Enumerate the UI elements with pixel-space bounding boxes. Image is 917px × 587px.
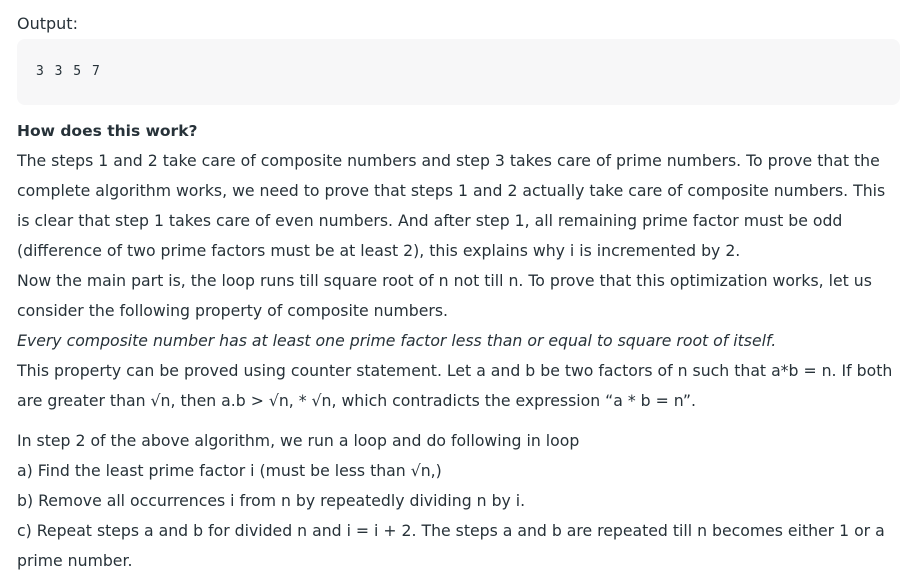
explanation-paragraph: The steps 1 and 2 take care of composite… <box>17 146 907 416</box>
text-line: consider the following property of compo… <box>17 301 448 320</box>
step-a: a) Find the least prime factor i (must b… <box>17 461 442 480</box>
algorithm-steps-paragraph: In step 2 of the above algorithm, we run… <box>17 426 907 576</box>
text-line: This property can be proved using counte… <box>17 361 893 380</box>
text-line: complete algorithm works, we need to pro… <box>17 181 886 200</box>
section-heading: How does this work? <box>17 122 198 140</box>
text-line: are greater than √n, then a.b > √n, * √n… <box>17 391 696 410</box>
output-code-text: 3 3 5 7 <box>36 64 102 79</box>
text-line: (difference of two prime factors must be… <box>17 241 741 260</box>
text-line: The steps 1 and 2 take care of composite… <box>17 151 880 170</box>
text-line: Now the main part is, the loop runs till… <box>17 271 872 290</box>
property-statement: Every composite number has at least one … <box>17 331 777 350</box>
text-line: prime number. <box>17 551 133 570</box>
output-label: Output: <box>17 14 78 33</box>
output-code-block: 3 3 5 7 <box>17 39 900 105</box>
step-b: b) Remove all occurrences i from n by re… <box>17 491 526 510</box>
text-line: In step 2 of the above algorithm, we run… <box>17 431 580 450</box>
step-c: c) Repeat steps a and b for divided n an… <box>17 521 885 540</box>
text-line: is clear that step 1 takes care of even … <box>17 211 843 230</box>
